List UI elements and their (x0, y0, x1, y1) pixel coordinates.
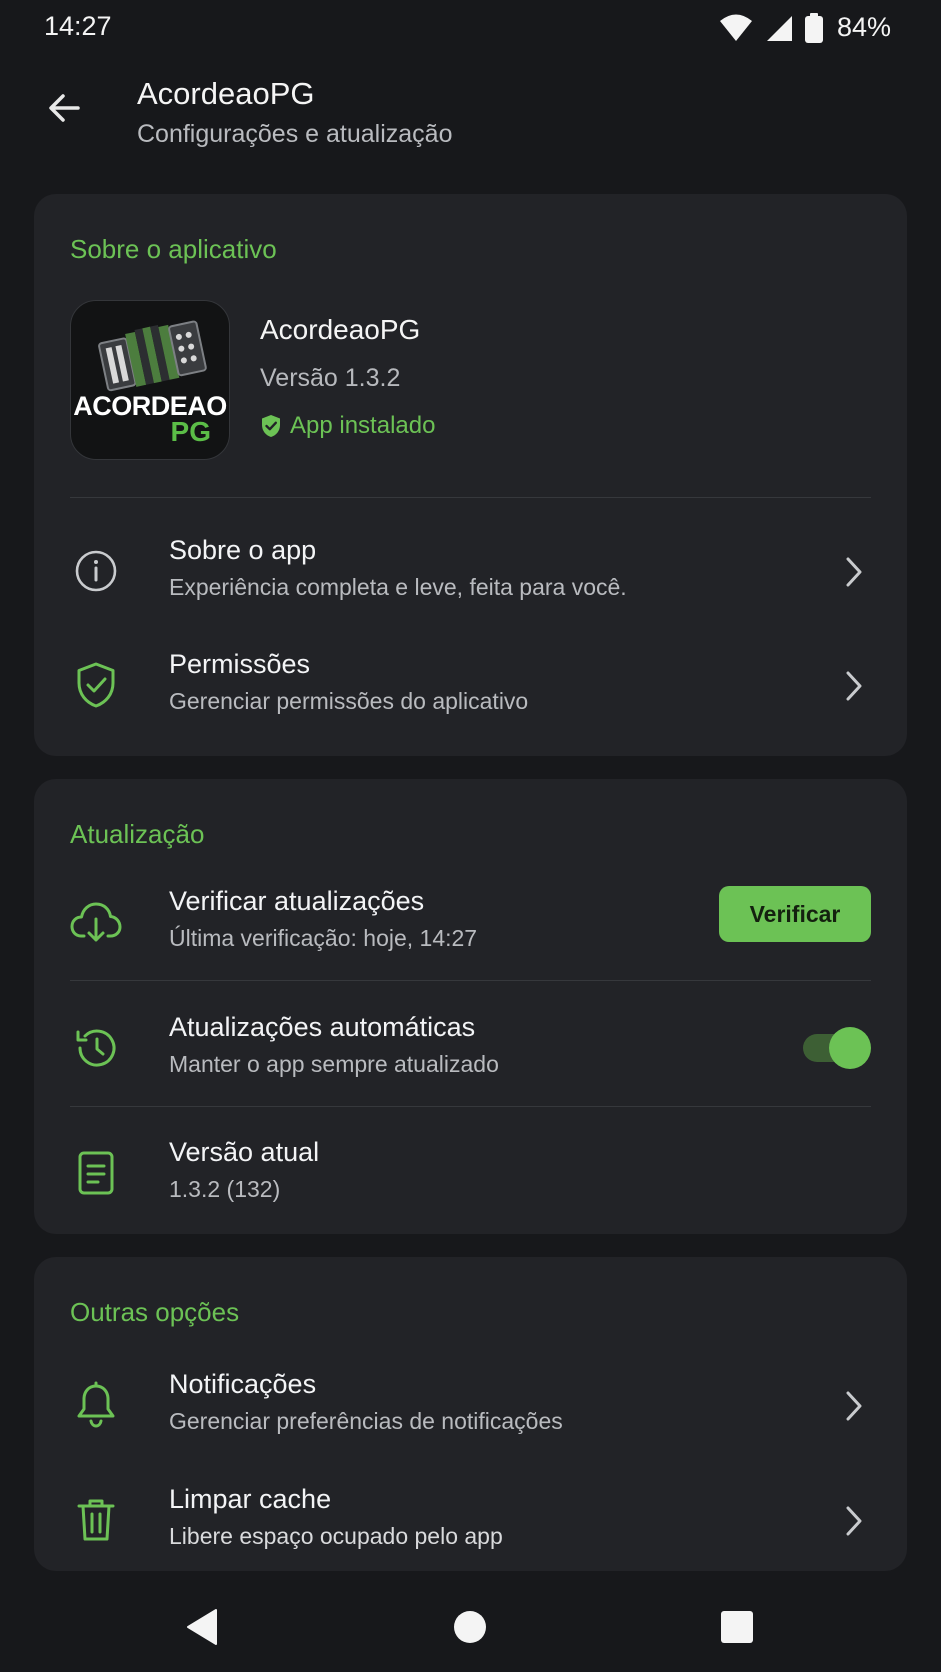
system-navigation-bar (0, 1580, 941, 1672)
document-icon (70, 1147, 122, 1199)
row-subtitle: Libere espaço ocupado pelo app (169, 1523, 503, 1549)
circle-home-icon (454, 1611, 486, 1643)
row-subtitle: Última verificação: hoje, 14:27 (169, 925, 478, 951)
auto-updates-row[interactable]: Atualizações automáticas Manter o app se… (34, 1000, 907, 1100)
chevron-right-icon (839, 1502, 869, 1540)
shield-check-small-icon (262, 415, 280, 437)
trash-icon (70, 1494, 122, 1546)
section-title-other: Outras opções (70, 1297, 240, 1327)
divider (70, 497, 871, 498)
section-title-about: Sobre o aplicativo (70, 234, 277, 264)
permissoes-row[interactable]: Permissões Gerenciar permissões do aplic… (34, 637, 907, 737)
arrow-back-icon (49, 94, 80, 122)
nav-recents-button[interactable] (712, 1602, 762, 1652)
battery-percentage: 84% (836, 12, 891, 42)
installed-status: App instalado (260, 412, 435, 440)
installed-status-label: App instalado (290, 412, 436, 439)
bell-icon (70, 1379, 122, 1431)
update-card: Atualização Verificar atualizações Últim… (34, 779, 907, 1234)
app-bar: AcordeaoPG Configurações e atualização (0, 58, 941, 168)
row-title: Limpar cache (169, 1484, 332, 1514)
app-icon-suffix: PG (170, 416, 211, 447)
app-name: AcordeaoPG (260, 314, 421, 345)
chevron-right-icon (839, 667, 869, 705)
triangle-back-icon (187, 1609, 217, 1645)
square-recents-icon (721, 1611, 753, 1643)
row-subtitle: Experiência completa e leve, feita para … (169, 574, 627, 600)
current-version-row: Versão atual 1.3.2 (132) (34, 1125, 907, 1225)
row-title: Notificações (169, 1369, 317, 1399)
clear-cache-row[interactable]: Limpar cache Libere espaço ocupado pelo … (34, 1472, 907, 1572)
auto-updates-toggle[interactable] (801, 1026, 871, 1070)
row-subtitle: Gerenciar permissões do aplicativo (169, 688, 529, 714)
info-icon (70, 545, 122, 597)
page-subtitle: Configurações e atualização (137, 120, 453, 148)
signal-icon (765, 14, 793, 42)
divider (70, 980, 871, 981)
app-icon: ACORDEAO PG (70, 300, 230, 460)
status-icons: 84% (719, 12, 891, 43)
row-subtitle: Manter o app sempre atualizado (169, 1051, 499, 1077)
row-title: Atualizações automáticas (169, 1012, 476, 1042)
section-title-update: Atualização (70, 819, 205, 849)
row-title: Permissões (169, 649, 311, 679)
back-button[interactable] (34, 78, 94, 138)
current-version-value: 1.3.2 (132) (169, 1176, 281, 1202)
about-card: Sobre o aplicativo ACORDEAO PG AcordeaoP… (34, 194, 907, 756)
app-version: Versão 1.3.2 (260, 364, 401, 392)
row-title: Sobre o app (169, 535, 317, 565)
sobre-o-app-row[interactable]: Sobre o app Experiência completa e leve,… (34, 523, 907, 623)
status-bar: 14:27 84% (0, 0, 941, 56)
notifications-row[interactable]: Notificações Gerenciar preferências de n… (34, 1357, 907, 1457)
chevron-right-icon (839, 1387, 869, 1425)
history-icon (70, 1022, 122, 1074)
verify-button[interactable]: Verificar (719, 886, 871, 942)
page-title: AcordeaoPG (137, 76, 315, 111)
chevron-right-icon (839, 553, 869, 591)
row-title: Versão atual (169, 1137, 320, 1167)
status-time: 14:27 (44, 11, 112, 41)
shield-check-icon (70, 659, 122, 711)
nav-home-button[interactable] (445, 1602, 495, 1652)
wifi-icon (719, 14, 753, 42)
accordion-icon (98, 320, 207, 392)
cloud-download-icon (70, 896, 122, 948)
other-options-card: Outras opções Notificações Gerenciar pre… (34, 1257, 907, 1571)
row-subtitle: Gerenciar preferências de notificações (169, 1408, 563, 1434)
toggle-thumb (829, 1027, 871, 1069)
nav-back-button[interactable] (177, 1602, 227, 1652)
row-title: Verificar atualizações (169, 886, 425, 916)
divider (70, 1106, 871, 1107)
settings-screen: 14:27 84% AcordeaoPG Configurações e atu… (0, 0, 941, 1672)
battery-icon (804, 12, 823, 43)
